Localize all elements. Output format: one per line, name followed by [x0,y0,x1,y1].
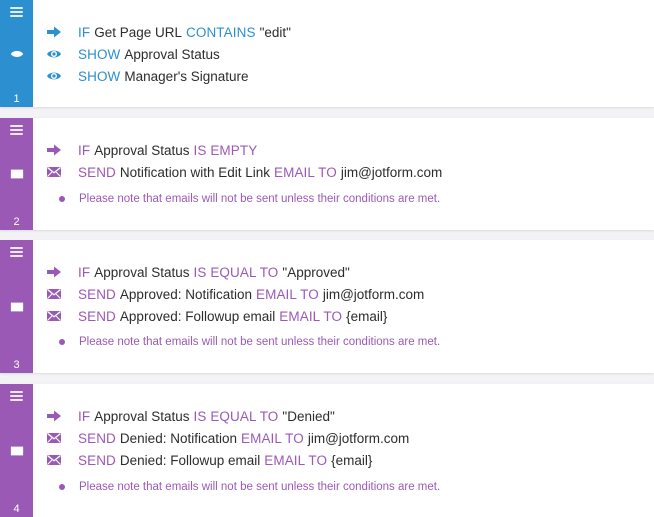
keyword: SEND [78,430,116,446]
keyword: SEND [78,164,116,180]
condition-row: IF Approval Status IS EMPTY [46,140,257,160]
operator: EMAIL TO [256,286,319,302]
action-row: SEND Denied: Notification EMAIL TO jim@j… [46,428,409,448]
operator: IS EQUAL TO [193,264,279,280]
email-note: Please note that emails will not be sent… [59,479,440,495]
bullet-icon [59,484,65,490]
condition-sidebar: 3 [0,240,33,373]
note-text: Please note that emails will not be sent… [79,193,441,205]
keyword: SHOW [78,68,121,84]
email-note: Please note that emails will not be sent… [59,191,440,207]
condition-number: 3 [13,359,20,371]
email-name: Approved: Notification [119,286,252,302]
action-row: SHOW Manager's Signature [46,66,249,86]
envelope-icon [46,430,62,446]
recipient: {email} [331,452,373,468]
eye-icon [10,47,24,61]
email-name: Denied: Notification [119,430,237,446]
recipient: jim@jotform.com [322,286,425,302]
condition-card-2[interactable]: 2 IF Approval Status IS EMPTY SEND Notif… [0,118,654,230]
condition-number: 2 [13,216,20,228]
action-row: SEND Approved: Notification EMAIL TO jim… [46,284,424,304]
condition-sidebar: 2 [0,118,33,230]
action-row: SEND Notification with Edit Link EMAIL T… [46,162,442,182]
field-text: Manager's Signature [124,68,249,84]
operator: EMAIL TO [264,452,328,468]
note-text: Please note that emails will not be sent… [79,336,441,348]
eye-icon [46,46,62,62]
keyword: SEND [78,286,116,302]
condition-sidebar: 4 [0,384,33,517]
condition-number: 1 [13,93,20,105]
keyword: IF [78,408,91,424]
envelope-icon [46,452,62,468]
operator: EMAIL TO [241,430,304,446]
recipient: {email} [346,308,388,324]
envelope-icon [46,286,62,302]
envelope-icon [46,164,62,180]
arrow-right-icon [46,408,62,424]
value-text: "Approved" [282,264,350,280]
arrow-right-icon [46,264,62,280]
arrow-right-icon [46,142,62,158]
recipient: jim@jotform.com [340,164,443,180]
value-text: "edit" [259,24,291,40]
condition-sidebar: 1 [0,0,33,107]
menu-icon[interactable] [10,391,23,401]
operator: IS EMPTY [193,142,258,158]
email-note: Please note that emails will not be sent… [59,334,440,350]
envelope-icon [46,308,62,324]
keyword: SHOW [78,46,121,62]
field-text: Approval Status [94,142,190,158]
envelope-icon [10,167,24,181]
menu-icon[interactable] [10,7,23,17]
keyword: IF [78,264,91,280]
action-row: SEND Approved: Followup email EMAIL TO {… [46,306,387,326]
operator: CONTAINS [186,24,256,40]
condition-row: IF Approval Status IS EQUAL TO "Denied" [46,406,335,426]
keyword: IF [78,142,91,158]
note-text: Please note that emails will not be sent… [79,481,441,493]
eye-icon [46,68,62,84]
email-name: Notification with Edit Link [119,164,270,180]
field-text: Get Page URL [94,24,182,40]
field-text: Approval Status [94,264,190,280]
field-text: Approval Status [124,46,220,62]
value-text: "Denied" [282,408,335,424]
condition-row: IF Get Page URL CONTAINS "edit" [46,22,291,42]
operator: IS EQUAL TO [193,408,279,424]
recipient: jim@jotform.com [307,430,410,446]
envelope-icon [10,300,24,314]
arrow-right-icon [46,24,62,40]
condition-number: 4 [13,503,20,515]
menu-icon[interactable] [10,247,23,257]
keyword: IF [78,24,91,40]
operator: EMAIL TO [279,308,343,324]
email-name: Denied: Followup email [119,452,261,468]
condition-card-3[interactable]: 3 IF Approval Status IS EQUAL TO "Approv… [0,240,654,373]
field-text: Approval Status [94,408,190,424]
condition-row: IF Approval Status IS EQUAL TO "Approved… [46,262,350,282]
email-name: Approved: Followup email [119,308,276,324]
keyword: SEND [78,308,116,324]
envelope-icon [10,444,24,458]
bullet-icon [59,339,65,345]
condition-card-1[interactable]: 1 IF Get Page URL CONTAINS "edit" SHOW A… [0,0,654,107]
bullet-icon [59,196,65,202]
operator: EMAIL TO [274,164,337,180]
action-row: SEND Denied: Followup email EMAIL TO {em… [46,450,372,470]
condition-card-4[interactable]: 4 IF Approval Status IS EQUAL TO "Denied… [0,384,654,517]
keyword: SEND [78,452,116,468]
action-row: SHOW Approval Status [46,44,220,64]
menu-icon[interactable] [10,125,23,135]
